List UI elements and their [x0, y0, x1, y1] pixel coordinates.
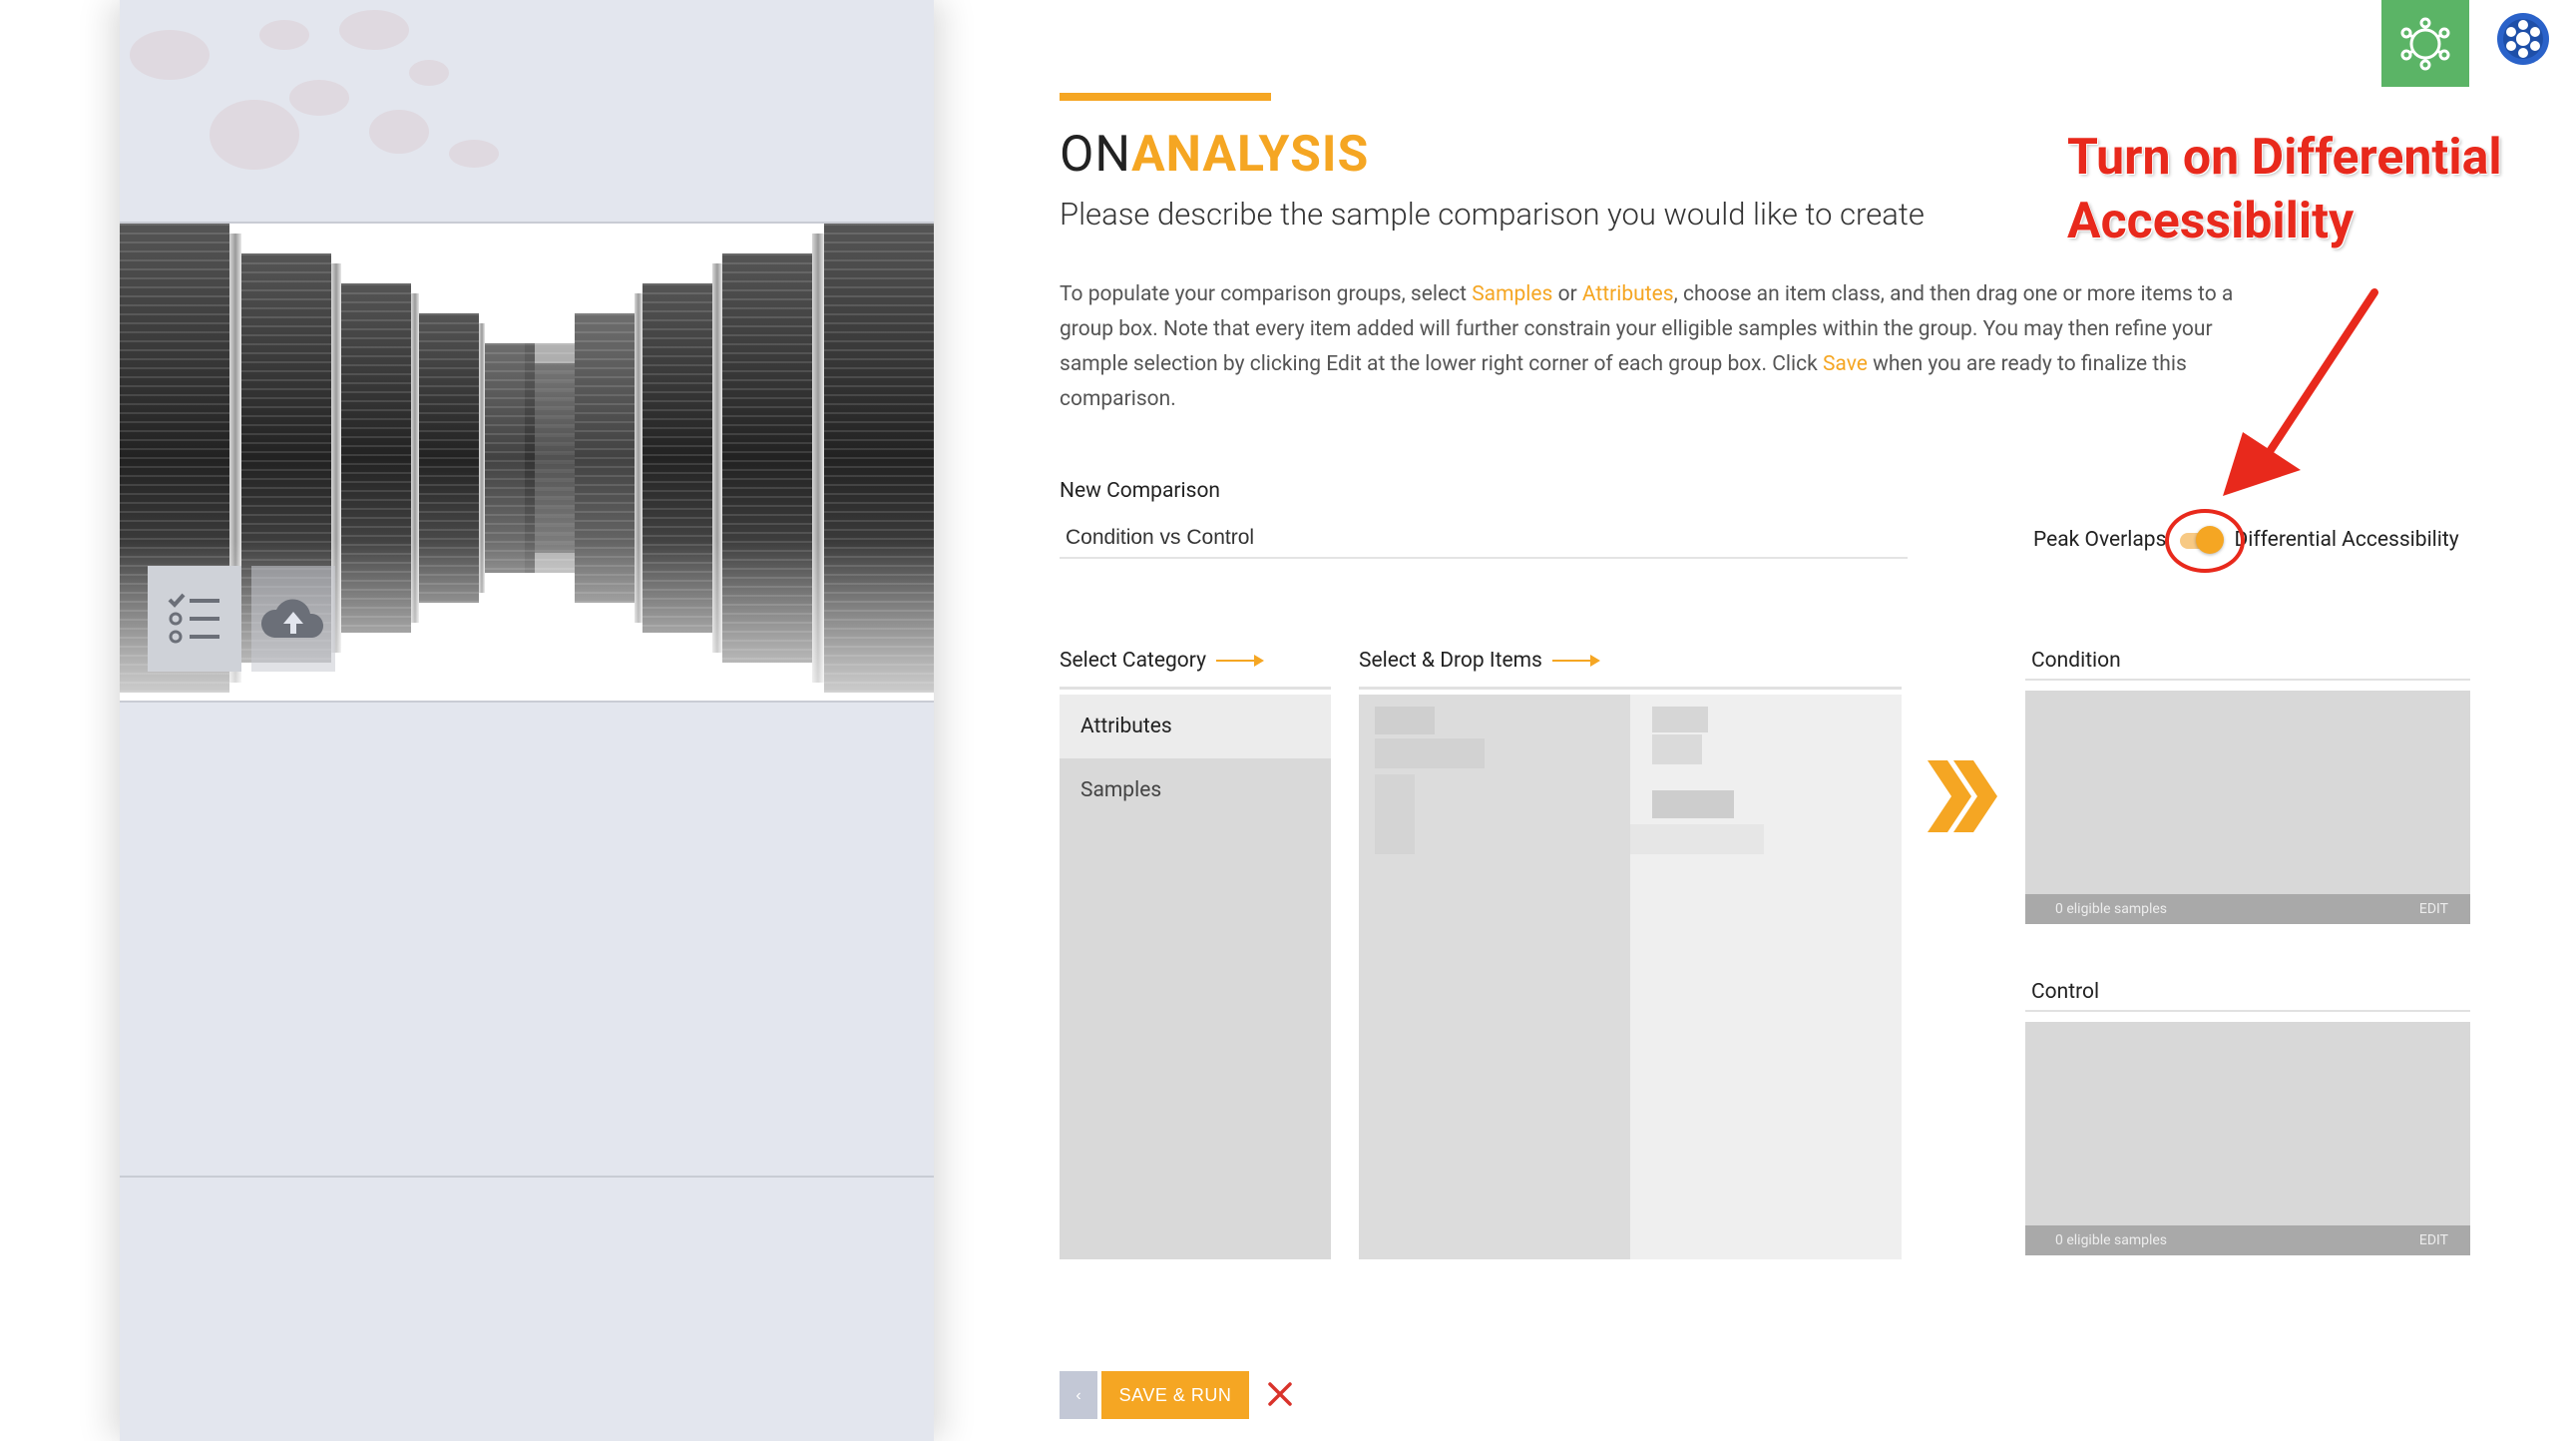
- select-drop-items-text: Select & Drop Items: [1359, 649, 1542, 673]
- peak-overlaps-label: Peak Overlaps: [2033, 528, 2167, 552]
- group-condition-count: 0 eligible samples: [2055, 901, 2168, 917]
- annotation-callout: Turn on Differential Accessibility: [2067, 126, 2502, 253]
- select-category-text: Select Category: [1060, 649, 1207, 673]
- group-condition-edit-button[interactable]: EDIT: [2419, 894, 2448, 924]
- annotation-line-2: Accessibility: [2067, 193, 2355, 250]
- group-control-rule: [2025, 1010, 2470, 1012]
- attributes-link[interactable]: Attributes: [1582, 282, 1674, 306]
- items-rule: [1359, 687, 1902, 690]
- group-condition-label: Condition: [2031, 649, 2121, 673]
- double-chevron-right-icon: [1928, 760, 1997, 832]
- page-subtitle: Please describe the sample comparison yo…: [1060, 196, 1925, 233]
- select-category-label: Select Category: [1060, 649, 1265, 673]
- group-condition-rule: [2025, 679, 2470, 681]
- arrow-right-icon: [1216, 655, 1265, 668]
- annotation-circle: [2165, 509, 2245, 573]
- back-button[interactable]: ‹: [1060, 1371, 1097, 1419]
- group-control-label: Control: [2031, 980, 2100, 1004]
- drag-items-list: [1359, 695, 1902, 1259]
- save-and-run-button[interactable]: SAVE & RUN: [1101, 1371, 1249, 1419]
- instructions-text: To populate your comparison groups, sele…: [1060, 277, 2257, 417]
- blurred-item[interactable]: [1652, 707, 1708, 732]
- blurred-item[interactable]: [1652, 790, 1734, 818]
- comparison-name-input[interactable]: [1060, 519, 1908, 559]
- instructions-part: To populate your comparison groups, sele…: [1060, 282, 1473, 306]
- title-accent-bar: [1060, 93, 1271, 101]
- category-list: Attributes Samples: [1060, 695, 1331, 1259]
- category-item-samples[interactable]: Samples: [1060, 758, 1331, 822]
- instructions-part: or: [1552, 282, 1582, 306]
- group-control-count: 0 eligible samples: [2055, 1232, 2168, 1248]
- blurred-item[interactable]: [1652, 734, 1702, 764]
- blurred-item[interactable]: [1375, 738, 1485, 768]
- close-icon[interactable]: [1265, 1379, 1295, 1409]
- page-title-part2: ANALYSIS: [1131, 126, 1370, 184]
- group-condition-footer: 0 eligible samples EDIT: [2025, 894, 2470, 924]
- server-room-image: [120, 222, 934, 703]
- blurred-item[interactable]: [1375, 707, 1435, 734]
- category-item-attributes[interactable]: Attributes: [1060, 695, 1331, 758]
- new-comparison-label: New Comparison: [1060, 479, 1221, 503]
- group-control-dropzone[interactable]: 0 eligible samples EDIT: [2025, 1022, 2470, 1255]
- group-control-edit-button[interactable]: EDIT: [2419, 1225, 2448, 1255]
- checklist-icon[interactable]: [148, 566, 241, 672]
- sidebar-divider: [120, 1176, 934, 1178]
- save-link[interactable]: Save: [1823, 352, 1868, 376]
- category-rule: [1060, 687, 1331, 690]
- differential-accessibility-label: Differential Accessibility: [2234, 528, 2459, 552]
- annotation-line-1: Turn on Differential: [2067, 129, 2502, 187]
- cloud-upload-icon[interactable]: [251, 566, 335, 672]
- arrow-right-icon: [1551, 655, 1600, 668]
- blurred-item[interactable]: [1375, 774, 1415, 854]
- page-title-part1: ON: [1060, 126, 1132, 184]
- samples-link[interactable]: Samples: [1472, 282, 1552, 306]
- group-condition-dropzone[interactable]: 0 eligible samples EDIT: [2025, 691, 2470, 924]
- left-sidebar: [120, 0, 934, 1441]
- blood-cell-background: [120, 0, 519, 200]
- brand-logo-icon[interactable]: [2496, 12, 2550, 66]
- group-control-footer: 0 eligible samples EDIT: [2025, 1225, 2470, 1255]
- page-title: ONANALYSIS: [1060, 122, 1369, 188]
- network-gear-icon[interactable]: [2381, 0, 2469, 87]
- analysis-mode-toggle-row: Peak Overlaps Differential Accessibility: [2033, 523, 2459, 557]
- annotation-arrow-icon: [2223, 288, 2378, 496]
- blurred-item[interactable]: [1630, 824, 1764, 854]
- select-drop-items-label: Select & Drop Items: [1359, 649, 1600, 673]
